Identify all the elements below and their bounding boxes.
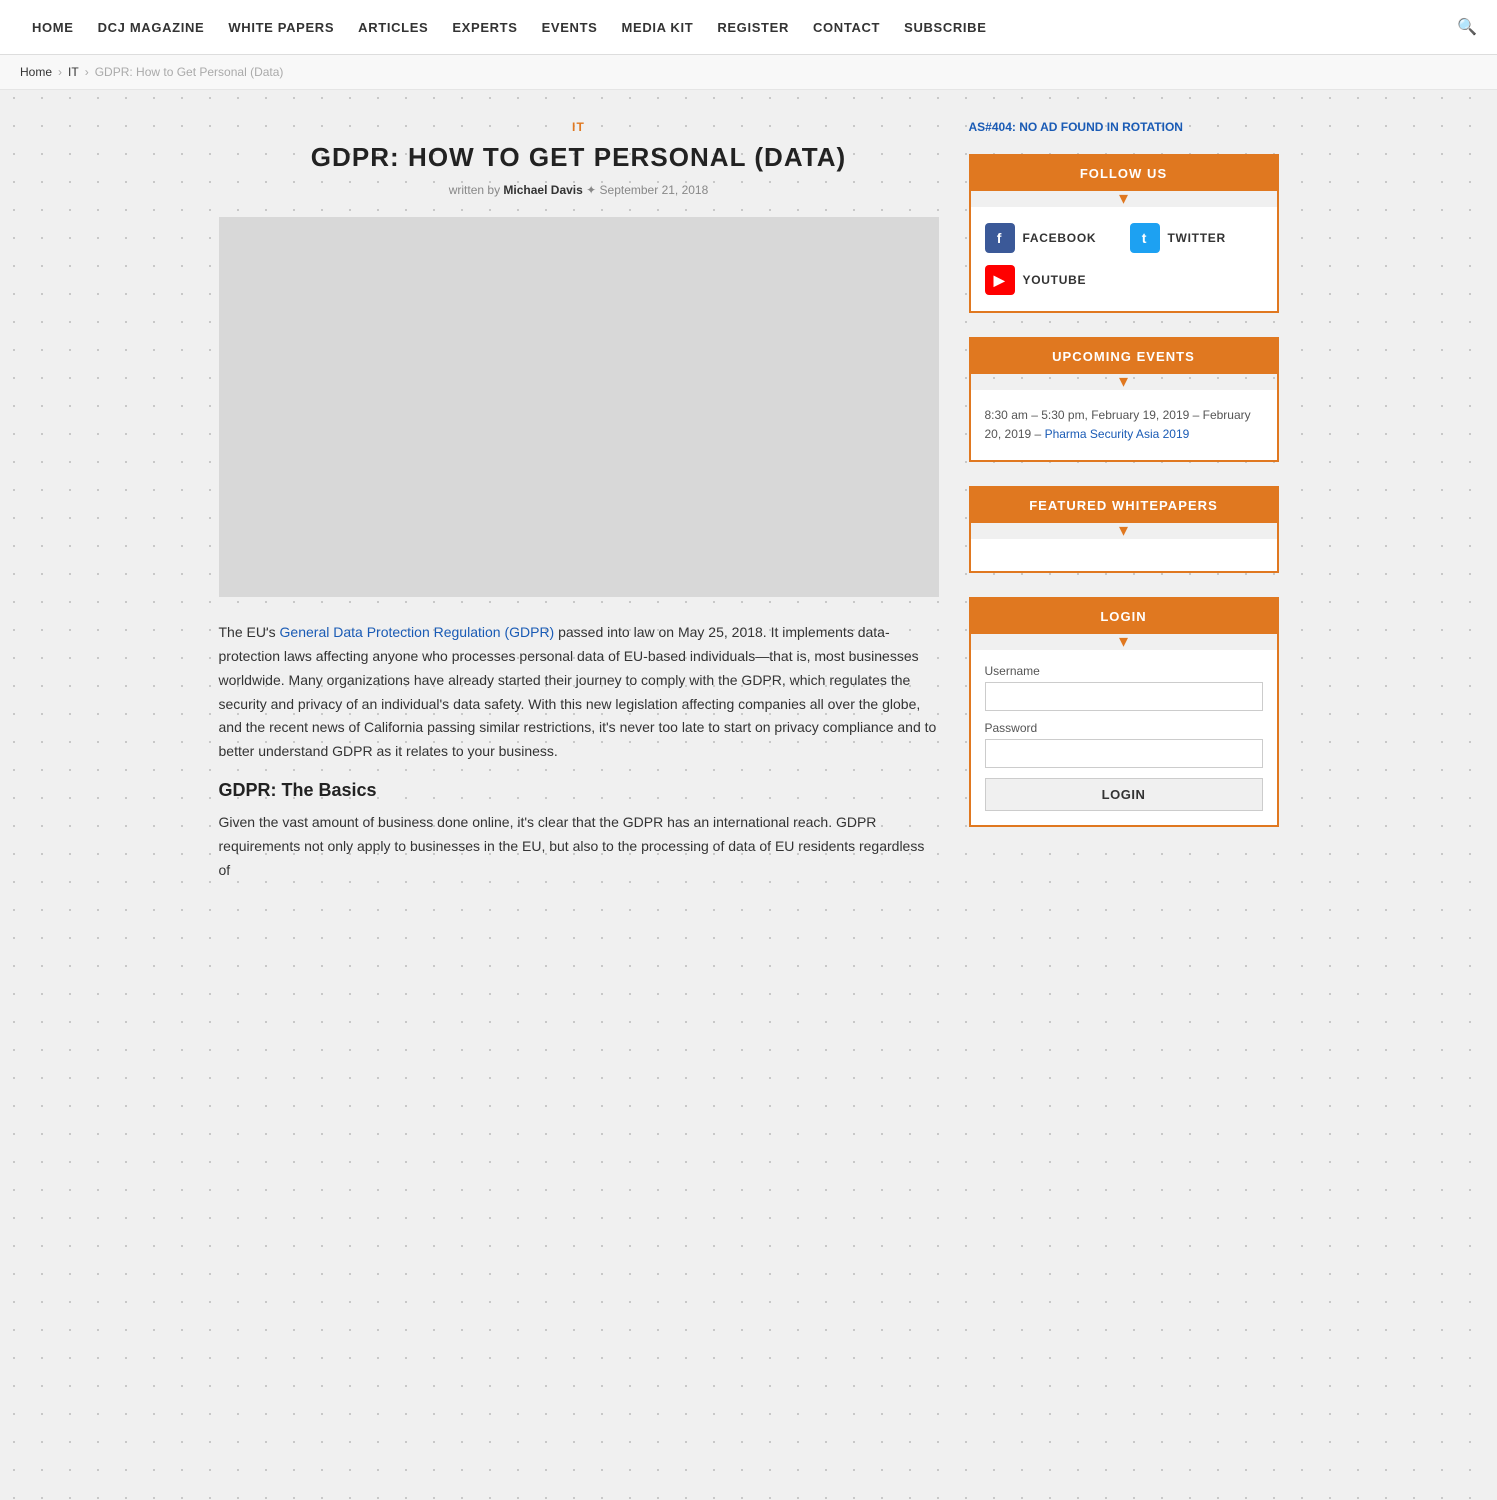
search-icon[interactable]: 🔍: [1457, 17, 1477, 37]
follow-us-header: FOLLOW US: [971, 156, 1277, 191]
upcoming-events-body: 8:30 am – 5:30 pm, February 19, 2019 – F…: [971, 390, 1277, 460]
article-category: IT: [219, 120, 939, 134]
youtube-label: YOUTUBE: [1023, 273, 1087, 287]
breadcrumb-home[interactable]: Home: [20, 65, 52, 79]
breadcrumb-sep1: ›: [58, 65, 62, 79]
article-featured-image: [219, 217, 939, 597]
login-header: LOGIN: [971, 599, 1277, 634]
article-paragraph-1: The EU's General Data Protection Regulat…: [219, 621, 939, 764]
nav-dcj-magazine[interactable]: DCJ MAGAZINE: [86, 0, 217, 55]
youtube-link[interactable]: ▶ YOUTUBE: [985, 265, 1263, 295]
featured-whitepapers-arrow: ▾: [971, 521, 1277, 539]
article-written-by: written by: [449, 183, 500, 197]
article-author[interactable]: Michael Davis: [503, 183, 582, 197]
event-1-link[interactable]: Pharma Security Asia 2019: [1045, 427, 1190, 441]
breadcrumb-section[interactable]: IT: [68, 65, 79, 79]
breadcrumb-sep2: ›: [85, 65, 89, 79]
nav-contact[interactable]: CONTACT: [801, 0, 892, 55]
featured-whitepapers-widget: FEATURED WHITEPAPERS ▾: [969, 486, 1279, 573]
twitter-label: TWITTER: [1168, 231, 1226, 245]
twitter-icon: t: [1130, 223, 1160, 253]
upcoming-events-arrow: ▾: [971, 372, 1277, 390]
nav-media-kit[interactable]: MEDIA KIT: [610, 0, 706, 55]
gdpr-link[interactable]: General Data Protection Regulation (GDPR…: [280, 624, 555, 640]
facebook-icon: f: [985, 223, 1015, 253]
username-field-wrap: Username: [985, 664, 1263, 711]
facebook-link[interactable]: f FACEBOOK: [985, 223, 1118, 253]
nav-experts[interactable]: EXPERTS: [440, 0, 529, 55]
username-label: Username: [985, 664, 1263, 678]
main-content: IT GDPR: HOW TO GET PERSONAL (DATA) writ…: [219, 120, 939, 898]
twitter-link[interactable]: t TWITTER: [1130, 223, 1263, 253]
youtube-icon: ▶: [985, 265, 1015, 295]
follow-us-arrow: ▾: [971, 189, 1277, 207]
event-1-text: 8:30 am – 5:30 pm, February 19, 2019 – F…: [985, 406, 1263, 444]
nav-events[interactable]: EVENTS: [530, 0, 610, 55]
password-field-wrap: Password: [985, 721, 1263, 768]
article-meta-sep: ✦: [586, 183, 599, 197]
breadcrumb-current: GDPR: How to Get Personal (Data): [95, 65, 284, 79]
login-form: Username Password LOGIN: [971, 650, 1277, 825]
article-paragraph-2: Given the vast amount of business done o…: [219, 811, 939, 882]
featured-whitepapers-body: [971, 539, 1277, 571]
article-body: The EU's General Data Protection Regulat…: [219, 621, 939, 882]
nav-home[interactable]: HOME: [20, 0, 86, 55]
ad-notice: AS#404: NO AD FOUND IN ROTATION: [969, 120, 1279, 134]
social-links: f FACEBOOK t TWITTER ▶ YOUTUBE: [971, 207, 1277, 311]
login-widget: LOGIN ▾ Username Password LOGIN: [969, 597, 1279, 827]
upcoming-events-widget: UPCOMING EVENTS ▾ 8:30 am – 5:30 pm, Feb…: [969, 337, 1279, 462]
nav-register[interactable]: REGISTER: [705, 0, 801, 55]
featured-whitepapers-header: FEATURED WHITEPAPERS: [971, 488, 1277, 523]
article-subheading-1: GDPR: The Basics: [219, 780, 939, 801]
upcoming-events-header: UPCOMING EVENTS: [971, 339, 1277, 374]
article-date: September 21, 2018: [600, 183, 709, 197]
nav-white-papers[interactable]: WHITE PAPERS: [216, 0, 346, 55]
password-label: Password: [985, 721, 1263, 735]
sidebar: AS#404: NO AD FOUND IN ROTATION FOLLOW U…: [969, 120, 1279, 898]
follow-us-widget: FOLLOW US ▾ f FACEBOOK t TWITTER ▶ YOUTU…: [969, 154, 1279, 313]
nav-articles[interactable]: ARTICLES: [346, 0, 440, 55]
facebook-label: FACEBOOK: [1023, 231, 1097, 245]
username-input[interactable]: [985, 682, 1263, 711]
login-arrow: ▾: [971, 632, 1277, 650]
article-meta: written by Michael Davis ✦ September 21,…: [219, 183, 939, 197]
breadcrumb: Home › IT › GDPR: How to Get Personal (D…: [0, 55, 1497, 90]
main-nav: HOME DCJ MAGAZINE WHITE PAPERS ARTICLES …: [0, 0, 1497, 55]
nav-subscribe[interactable]: SUBSCRIBE: [892, 0, 998, 55]
password-input[interactable]: [985, 739, 1263, 768]
login-button[interactable]: LOGIN: [985, 778, 1263, 811]
article-title: GDPR: HOW TO GET PERSONAL (DATA): [219, 142, 939, 173]
